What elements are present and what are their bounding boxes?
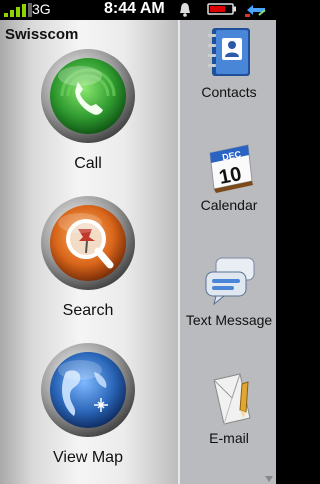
app-shortcuts-pane: Contacts DEC 10 Calendar Text Message E-… (178, 20, 276, 484)
main-launcher-pane: Swisscom Call Search View Map (0, 20, 178, 484)
calendar-shortcut[interactable]: DEC 10 Calendar (180, 137, 278, 249)
search-button[interactable]: Search (38, 195, 138, 345)
call-button[interactable]: Call (38, 48, 138, 198)
bell-icon (180, 3, 190, 17)
text-message-shortcut[interactable]: Text Message (180, 252, 278, 364)
contacts-label: Contacts (201, 84, 257, 100)
text-message-label: Text Message (185, 312, 273, 328)
pushpin-magnifier-icon (41, 196, 135, 290)
calendar-icon: DEC 10 (209, 144, 253, 193)
address-book-icon (208, 28, 250, 76)
phone-handset-icon (41, 49, 135, 143)
view-map-button[interactable]: View Map (38, 342, 138, 484)
view-map-label: View Map (53, 449, 123, 466)
envelope-icon (213, 373, 251, 425)
email-shortcut[interactable]: E-mail (180, 370, 278, 482)
globe-icon (41, 343, 135, 437)
network-type: 3G (32, 1, 51, 17)
speech-bubbles-icon (205, 257, 255, 306)
email-label: E-mail (209, 430, 249, 446)
search-label: Search (62, 302, 114, 319)
battery-icon (207, 3, 236, 15)
signal-bars-icon (4, 3, 32, 17)
page-title: Swisscom (5, 26, 79, 43)
scroll-down-icon[interactable] (265, 476, 273, 482)
call-label: Call (74, 155, 102, 172)
clock: 8:44 AM (104, 0, 165, 17)
contacts-shortcut[interactable]: Contacts (180, 24, 278, 136)
calendar-label: Calendar (200, 197, 258, 213)
sync-icon (245, 5, 266, 17)
status-bar: 3G 8:44 AM (0, 0, 276, 20)
